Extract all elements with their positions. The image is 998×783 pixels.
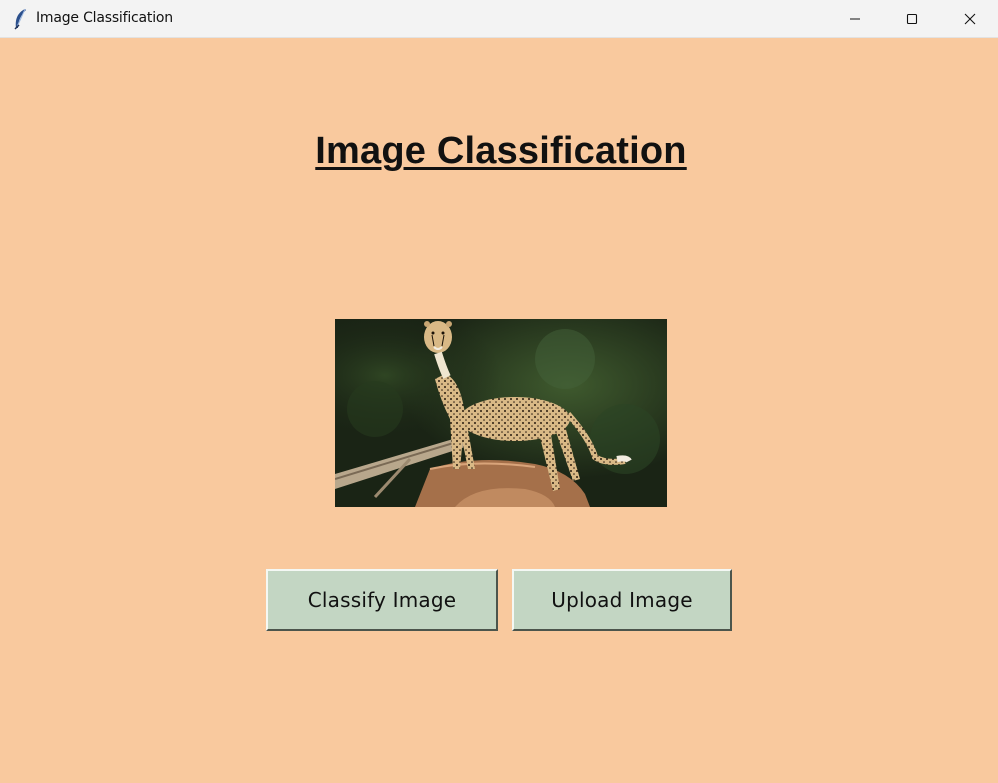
title-bar[interactable]: Image Classification (0, 0, 998, 38)
cheetah-image (335, 319, 667, 507)
classify-image-button[interactable]: Classify Image (266, 569, 498, 631)
main-content: Image Classification Classify Image Uplo… (0, 38, 998, 783)
window-title: Image Classification (36, 10, 173, 26)
close-button[interactable] (941, 0, 998, 38)
feather-icon (14, 8, 26, 30)
maximize-button[interactable] (883, 0, 941, 38)
minimize-button[interactable] (826, 0, 884, 38)
minimize-icon (850, 18, 860, 20)
app-window: Image Classification Image Classificatio… (0, 0, 998, 783)
close-icon (964, 13, 976, 25)
page-title: Image Classification (315, 130, 687, 172)
maximize-icon (906, 13, 918, 25)
upload-image-button[interactable]: Upload Image (512, 569, 732, 631)
